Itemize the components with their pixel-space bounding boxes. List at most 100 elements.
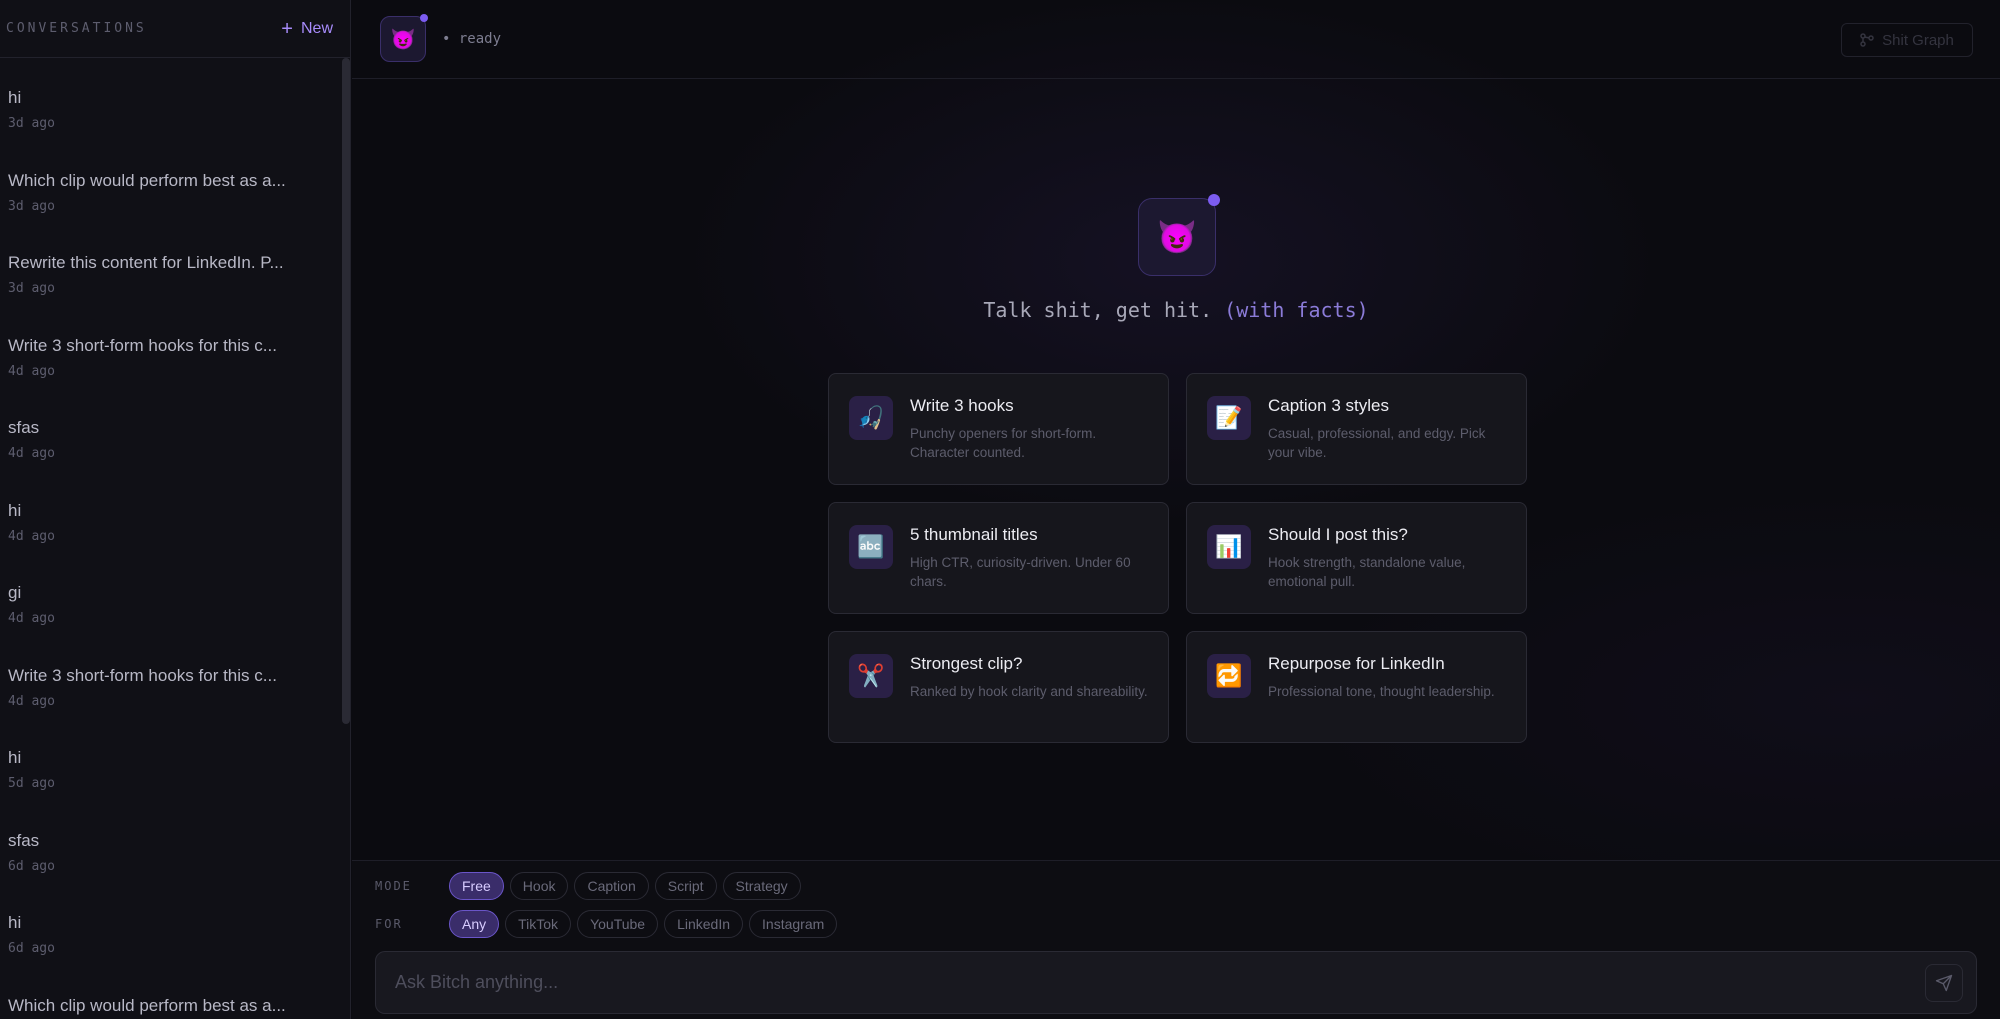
card-title: Should I post this? <box>1268 525 1408 544</box>
suggestion-card[interactable]: 🔤 5 thumbnail titles High CTR, curiosity-d… <box>828 502 1169 614</box>
message-input[interactable] <box>393 971 1925 994</box>
card-text: Repurpose for LinkedIn Professional tone,… <box>1268 654 1495 701</box>
mode-chip[interactable]: Script <box>654 872 717 900</box>
topbar: 😈 • ready Shit Graph <box>352 0 2000 79</box>
bot-avatar: 😈 <box>380 14 428 62</box>
platform-chip[interactable]: TikTok <box>505 910 572 938</box>
mode-chips: Free Hook Caption Script Strategy <box>449 872 807 900</box>
card-description: High CTR, curiosity-driven. Under 60 cha… <box>910 555 1131 589</box>
new-conversation-button[interactable]: + New <box>281 19 333 39</box>
card-icon: ✂️ <box>849 654 893 698</box>
mode-row: MODE Free Hook Caption Script Strategy <box>375 872 807 900</box>
conversation-item[interactable]: hi 4d ago <box>0 491 350 574</box>
suggestion-card[interactable]: 📝 Caption 3 styles Casual, professional, a… <box>1186 373 1527 485</box>
conversation-item[interactable]: Rewrite this content for LinkedIn. P... 3… <box>0 243 350 326</box>
card-text: Strongest clip? Ranked by hook clarity an… <box>910 654 1148 701</box>
send-button[interactable] <box>1925 963 1963 1002</box>
conversation-title: hi <box>8 500 22 520</box>
devil-icon: 😈 <box>1157 219 1197 255</box>
status-text: • ready <box>442 31 502 47</box>
card-text: Should I post this? Hook strength, standa… <box>1268 525 1506 591</box>
card-text: Caption 3 styles Casual, professional, an… <box>1268 396 1506 462</box>
card-icon: 🔁 <box>1207 654 1251 698</box>
suggestion-card[interactable]: 📊 Should I post this? Hook strength, stand… <box>1186 502 1527 614</box>
card-title: 5 thumbnail titles <box>910 525 1038 544</box>
suggestion-card[interactable]: 🔁 Repurpose for LinkedIn Professional tone… <box>1186 631 1527 743</box>
mode-chip[interactable]: Caption <box>574 872 649 900</box>
mode-label: MODE <box>375 879 412 893</box>
conversation-time: 5d ago <box>8 776 55 791</box>
conversation-title: hi <box>8 88 22 107</box>
conversation-item[interactable]: gi 4d ago <box>0 573 350 656</box>
new-conversation-label: New <box>300 19 333 37</box>
send-icon <box>1935 974 1953 991</box>
conversation-time: 4d ago <box>8 528 55 544</box>
conversation-item[interactable]: sfas 6d ago <box>0 821 350 904</box>
card-title: Repurpose for LinkedIn <box>1268 654 1445 673</box>
conversation-time: 3d ago <box>8 198 55 214</box>
plus-icon: + <box>281 17 293 40</box>
card-description: Professional tone, thought leadership. <box>1268 684 1495 699</box>
conversation-item[interactable]: Write 3 short-form hooks for this c... 4d… <box>0 326 350 409</box>
card-title: Strongest clip? <box>910 654 1023 673</box>
devil-icon: 😈 <box>390 28 416 51</box>
card-icon: 🔤 <box>849 525 893 569</box>
conversation-time: 3d ago <box>8 116 55 131</box>
mode-chip[interactable]: Strategy <box>722 872 801 900</box>
conversation-title: Rewrite this content for LinkedIn. P... <box>8 253 284 272</box>
card-title: Write 3 hooks <box>910 396 1014 415</box>
conversation-title: Write 3 short-form hooks for this c... <box>8 335 277 355</box>
conversation-title: hi <box>8 913 22 932</box>
platform-row: FOR Any TikTok YouTube LinkedIn Instagram <box>375 910 843 938</box>
sidebar-title: CONVERSATIONS <box>6 21 147 36</box>
platform-chip[interactable]: YouTube <box>577 910 659 938</box>
conversation-title: Which clip would perform best as a... <box>8 170 286 190</box>
conversation-title: sfas <box>8 418 40 437</box>
sidebar-header: CONVERSATIONS + New <box>0 0 350 58</box>
conversation-title: Write 3 short-form hooks for this c... <box>8 665 277 685</box>
platform-chips: Any TikTok YouTube LinkedIn Instagram <box>449 910 843 938</box>
conversations-sidebar: CONVERSATIONS + New hi 3d ago Which clip w… <box>0 0 351 1019</box>
conversation-item[interactable]: Write 3 short-form hooks for this c... 4d… <box>0 656 350 739</box>
conversation-time: 4d ago <box>8 363 55 379</box>
tagline-accent: (with facts) <box>1224 298 1369 322</box>
message-input-box <box>375 951 1977 1014</box>
sidebar-scrollbar[interactable] <box>342 58 350 724</box>
card-description: Punchy openers for short-form. Character… <box>910 426 1097 460</box>
conversation-title: hi <box>8 748 22 767</box>
conversation-title: Which clip would perform best as a... <box>8 995 286 1015</box>
suggestion-card[interactable]: ✂️ Strongest clip? Ranked by hook clarity … <box>828 631 1169 743</box>
conversation-item[interactable]: hi 6d ago <box>0 903 350 986</box>
conversation-item[interactable]: Which clip would perform best as a... 3d … <box>0 161 350 244</box>
conversation-item[interactable]: hi 5d ago <box>0 738 350 821</box>
conversation-item[interactable]: Which clip would perform best as a... <box>0 986 350 1019</box>
graph-icon <box>1860 33 1874 47</box>
mode-chip[interactable]: Free <box>449 872 504 900</box>
conversation-time: 3d ago <box>8 281 55 296</box>
online-dot <box>1208 194 1220 206</box>
card-title: Caption 3 styles <box>1268 396 1389 415</box>
card-description: Hook strength, standalone value, emotion… <box>1268 555 1466 589</box>
for-label: FOR <box>375 917 403 931</box>
composer: MODE Free Hook Caption Script Strategy FOR A… <box>352 860 2000 1019</box>
card-text: 5 thumbnail titles High CTR, curiosity-dr… <box>910 525 1148 591</box>
conversation-time: 4d ago <box>8 611 55 626</box>
platform-chip[interactable]: Instagram <box>749 910 838 938</box>
shit-graph-label: Shit Graph <box>1882 31 1954 49</box>
conversation-title: gi <box>8 583 22 602</box>
shit-graph-button[interactable]: Shit Graph <box>1841 23 1973 57</box>
conversation-item[interactable]: sfas 4d ago <box>0 408 350 491</box>
conversation-item[interactable]: hi 3d ago <box>0 78 350 161</box>
suggestion-card[interactable]: 🎣 Write 3 hooks Punchy openers for short-f… <box>828 373 1169 485</box>
card-text: Write 3 hooks Punchy openers for short-fo… <box>910 396 1148 462</box>
conversation-time: 6d ago <box>8 941 55 956</box>
platform-chip[interactable]: Any <box>449 910 500 938</box>
online-dot <box>420 14 428 22</box>
suggestion-cards: 🎣 Write 3 hooks Punchy openers for short-f… <box>828 373 1527 743</box>
tagline-text: Talk shit, get hit. <box>983 298 1213 322</box>
card-icon: 📝 <box>1207 396 1251 440</box>
mode-chip[interactable]: Hook <box>509 872 569 900</box>
tagline: Talk shit, get hit. (with facts) <box>352 298 2000 322</box>
platform-chip[interactable]: LinkedIn <box>664 910 744 938</box>
conversation-time: 4d ago <box>8 693 55 709</box>
